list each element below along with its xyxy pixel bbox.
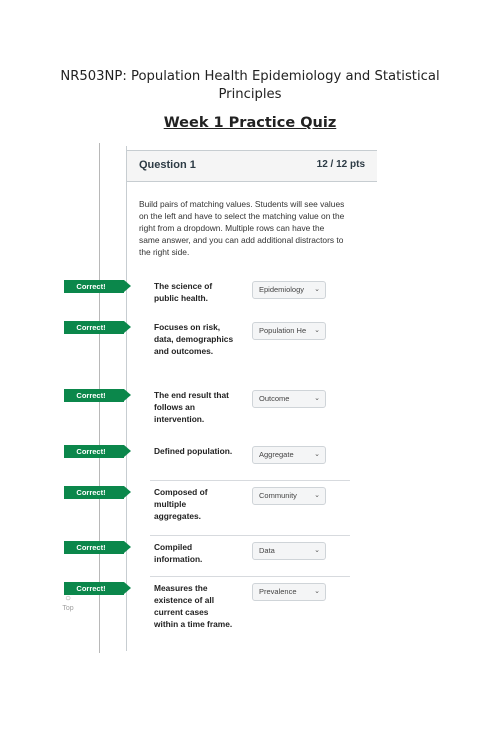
answer-row: Correct! Measures the existence of all c… (0, 582, 350, 642)
row-divider (150, 535, 350, 536)
answer-row: Correct! Composed of multiple aggregates… (0, 486, 350, 546)
chevron-down-icon: ⌄ (314, 286, 320, 293)
match-prompt: Compiled information. (154, 542, 203, 564)
match-prompt: The science of public health. (154, 281, 213, 303)
answer-dropdown[interactable]: Aggregate ⌄ (252, 446, 326, 464)
correct-badge: Correct! (64, 280, 131, 293)
answer-row: Correct! Focuses on risk, data, demograp… (0, 321, 350, 381)
correct-badge: Correct! (64, 389, 131, 402)
answer-dropdown-value: Outcome (259, 394, 290, 403)
answer-dropdown[interactable]: Epidemiology ⌄ (252, 281, 326, 299)
chevron-down-icon: ⌄ (314, 451, 320, 458)
answer-dropdown[interactable]: Data ⌄ (252, 542, 326, 560)
chevron-down-icon: ⌄ (314, 588, 320, 595)
row-divider (150, 576, 350, 577)
match-prompt: The end result that follows an intervent… (154, 390, 229, 424)
chevron-up-circle-icon: ○ (64, 593, 72, 604)
row-divider (150, 480, 350, 481)
answer-row: Correct! The end result that follows an … (0, 389, 350, 449)
match-prompt: Focuses on risk, data, demographics and … (154, 322, 234, 356)
correct-badge: Correct! (64, 541, 131, 554)
answer-dropdown-value: Data (259, 546, 275, 555)
answer-dropdown[interactable]: Prevalence ⌄ (252, 583, 326, 601)
question-instructions: Build pairs of matching values. Students… (139, 199, 345, 257)
chevron-down-icon: ⌄ (314, 395, 320, 402)
match-prompt: Composed of multiple aggregates. (154, 487, 208, 521)
correct-badge: Correct! (64, 486, 131, 499)
answer-dropdown[interactable]: Outcome ⌄ (252, 390, 326, 408)
chevron-down-icon: ⌄ (314, 327, 320, 334)
answer-dropdown-value: Prevalence (259, 587, 297, 596)
answer-dropdown[interactable]: Population He ⌄ (252, 322, 326, 340)
answer-dropdown-value: Population He (259, 326, 307, 335)
answer-dropdown-value: Community (259, 491, 297, 500)
answer-dropdown-value: Epidemiology (259, 285, 305, 294)
answer-dropdown[interactable]: Community ⌄ (252, 487, 326, 505)
correct-badge: Correct! (64, 445, 131, 458)
back-to-top-label: Top (62, 605, 74, 612)
answer-dropdown-value: Aggregate (259, 450, 294, 459)
quiz-title: Week 1 Practice Quiz (163, 115, 337, 131)
chevron-down-icon: ⌄ (314, 547, 320, 554)
question-name: Question 1 (139, 159, 196, 171)
document-title: NR503NP: Population Health Epidemiology … (60, 69, 440, 102)
back-to-top-link[interactable]: ○ Top (60, 594, 76, 613)
quiz-title-wrap: Week 1 Practice Quiz (0, 114, 500, 132)
correct-badge: Correct! (64, 321, 131, 334)
question-header: Question 1 12 / 12 pts (127, 150, 377, 182)
question-points: 12 / 12 pts (316, 159, 365, 170)
match-prompt: Measures the existence of all current ca… (154, 583, 233, 629)
match-prompt: Defined population. (154, 446, 233, 456)
chevron-down-icon: ⌄ (314, 492, 320, 499)
